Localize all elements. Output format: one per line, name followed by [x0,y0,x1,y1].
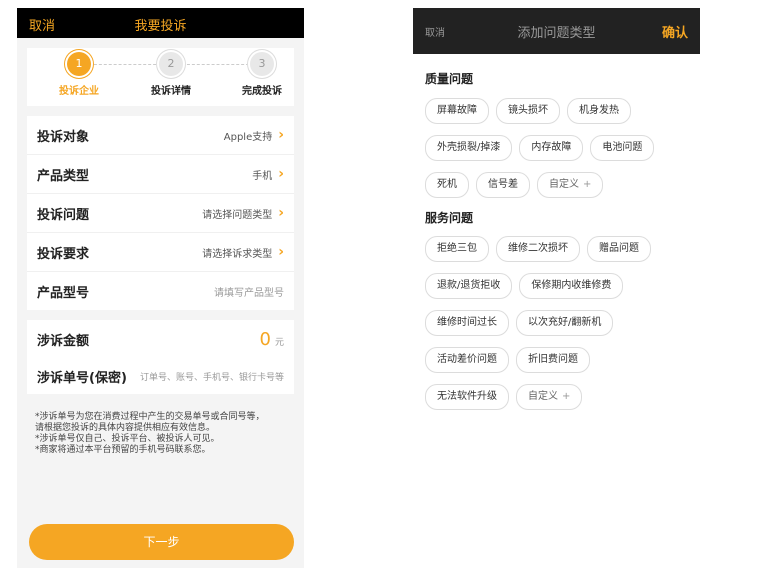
quality-tag-row: 屏幕故障 镜头损坏 机身发热 [425,98,631,124]
note-line: *商家将通过本平台预留的手机号码联系您。 [35,445,211,455]
issue-tag[interactable]: 信号差 [476,172,530,198]
confirm-button[interactable]: 确认 [662,22,688,41]
step-label: 完成投诉 [242,86,282,97]
complaint-screen: 取消 我要投诉 1 投诉企业 2 投诉详情 3 完成投诉 投诉对象 Apple支… [17,8,304,568]
issue-tag[interactable]: 拒绝三包 [425,236,489,262]
order-number-row[interactable]: 涉诉单号(保密) 订单号、账号、手机号、银行卡号等 [27,358,294,394]
row-value: 手机 › [252,166,284,182]
step-label: 投诉详情 [151,86,191,97]
request-placeholder: 请选择诉求类型 [202,248,273,260]
row-value: Apple支持 › [224,127,284,143]
issue-tag[interactable]: 镜头损坏 [496,98,560,124]
row-value: 请选择问题类型 › [202,205,284,221]
issue-tag[interactable]: 以次充好/翻新机 [516,310,614,336]
service-tag-row: 拒绝三包 维修二次损坏 赠品问题 [425,236,651,262]
issue-tag[interactable]: 维修时间过长 [425,310,509,336]
order-number-input[interactable]: 订单号、账号、手机号、银行卡号等 [140,370,284,383]
note-line: 请根据您投诉的具体内容提供相应有效信息。 [35,423,216,433]
quality-section-title: 质量问题 [425,72,474,86]
issue-tag[interactable]: 屏幕故障 [425,98,489,124]
complaint-target-row[interactable]: 投诉对象 Apple支持 › [27,116,294,155]
row-label: 投诉对象 [37,129,90,145]
custom-label: 自定义 [549,179,579,190]
service-tag-row: 活动差价问题 折旧费问题 [425,347,590,373]
notes: *涉诉单号为您在消费过程中产生的交易单号或合同号等， 请根据您投诉的具体内容提供… [35,412,286,456]
issue-tag[interactable]: 内存故障 [519,135,584,161]
amount-value[interactable]: 0 元 [260,329,284,350]
step-indicator: 1 投诉企业 2 投诉详情 3 完成投诉 [27,48,294,106]
amount-label: 涉诉金额 [37,333,90,349]
top-bar: 取消 我要投诉 [17,8,304,38]
complaint-request-row[interactable]: 投诉要求 请选择诉求类型 › [27,233,294,272]
chevron-right-icon: › [278,127,284,143]
product-type-value: 手机 [252,170,273,182]
chevron-right-icon: › [278,166,284,182]
issue-tag[interactable]: 无法软件升级 [425,384,509,410]
step-number: 2 [159,52,183,76]
issue-tag[interactable]: 死机 [425,172,469,198]
service-tag-row: 维修时间过长 以次充好/翻新机 [425,310,614,336]
issue-tag[interactable]: 外壳损裂/掉漆 [425,135,513,161]
product-type-row[interactable]: 产品类型 手机 › [27,155,294,194]
complaint-issue-row[interactable]: 投诉问题 请选择问题类型 › [27,194,294,233]
row-label: 投诉问题 [37,207,90,223]
note-line: *涉诉单号仅自己、投诉平台、被投诉人可见。 [35,434,220,444]
row-label: 产品型号 [37,285,90,301]
row-value: 请选择诉求类型 › [202,244,284,260]
issue-tag[interactable]: 维修二次损坏 [496,236,580,262]
add-issue-type-panel: 取消 添加问题类型 确认 质量问题 屏幕故障 镜头损坏 机身发热 外壳损裂/掉漆… [413,8,700,428]
quality-tag-row: 死机 信号差 自定义 + [425,172,604,198]
custom-tag-button[interactable]: 自定义 + [516,384,583,410]
step-number: 1 [67,52,91,76]
issue-placeholder: 请选择问题类型 [202,209,273,221]
issue-tag[interactable]: 折旧费问题 [516,347,590,373]
issue-tag[interactable]: 机身发热 [567,98,631,124]
product-model-row[interactable]: 产品型号 请填写产品型号 [27,272,294,310]
next-step-button[interactable]: 下一步 [29,524,294,560]
panel-title: 添加问题类型 [517,26,596,41]
service-section-title: 服务问题 [425,211,474,225]
order-label: 涉诉单号(保密) [37,370,127,386]
chevron-right-icon: › [278,244,284,260]
service-tag-row: 退款/退货拒收 保修期内收维修费 [425,273,624,299]
quality-tag-row: 外壳损裂/掉漆 内存故障 电池问题 [425,135,655,161]
row-label: 投诉要求 [37,246,90,262]
step-number: 3 [250,52,274,76]
complaint-form: 投诉对象 Apple支持 › 产品类型 手机 › 投诉问题 请选择问题类型 › … [27,116,294,310]
amount-form: 涉诉金额 0 元 涉诉单号(保密) 订单号、账号、手机号、银行卡号等 [27,320,294,394]
custom-tag-button[interactable]: 自定义 + [537,172,604,198]
row-label: 产品类型 [37,168,90,184]
target-value: Apple支持 [223,131,273,143]
product-model-input[interactable]: 请填写产品型号 [214,284,284,299]
issue-tag[interactable]: 退款/退货拒收 [425,273,513,299]
issue-tag[interactable]: 赠品问题 [587,236,651,262]
chevron-right-icon: › [278,205,284,221]
step-2: 2 投诉详情 [136,52,206,97]
issue-tag[interactable]: 电池问题 [590,135,655,161]
issue-tag[interactable]: 保修期内收维修费 [519,273,624,299]
step-3: 3 完成投诉 [227,52,297,97]
plus-icon: + [562,391,571,402]
service-tag-row: 无法软件升级 自定义 + [425,384,583,410]
amount-row[interactable]: 涉诉金额 0 元 [27,320,294,358]
plus-icon: + [583,179,592,190]
step-1: 1 投诉企业 [44,52,114,97]
amount-unit: 元 [274,337,284,348]
amount-number: 0 [259,328,271,350]
top-bar: 取消 添加问题类型 确认 [413,8,700,54]
step-label: 投诉企业 [59,86,99,97]
page-title: 我要投诉 [134,19,187,34]
issue-tag[interactable]: 活动差价问题 [425,347,509,373]
custom-label: 自定义 [528,391,558,402]
note-line: *涉诉单号为您在消费过程中产生的交易单号或合同号等， [35,412,265,422]
